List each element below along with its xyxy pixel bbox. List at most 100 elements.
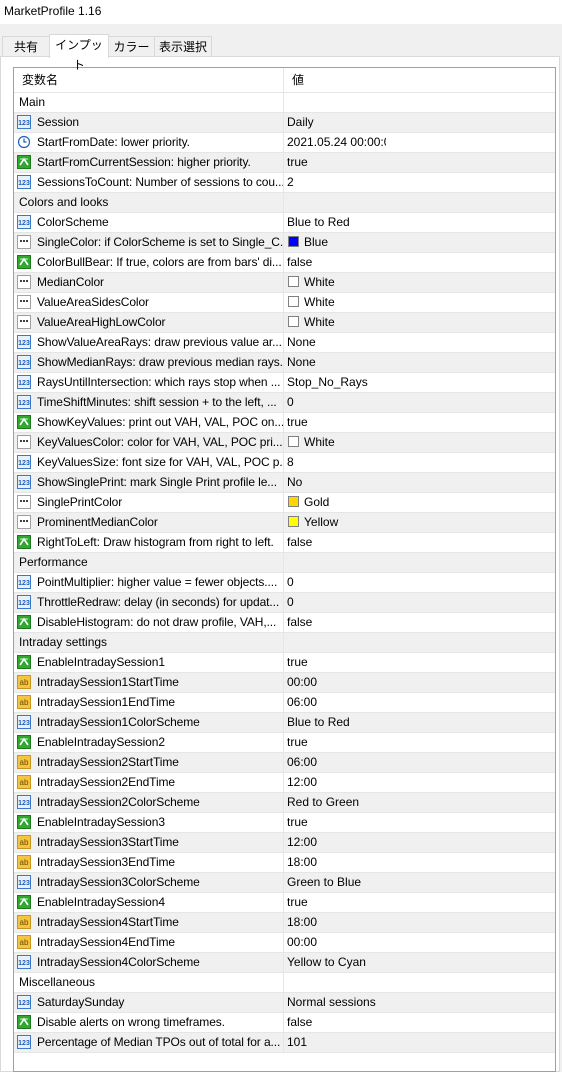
column-header-value[interactable]: 値 — [284, 68, 386, 92]
parameter-row[interactable]: ab IntradaySession3EndTime 18:00 — [14, 853, 555, 873]
parameter-row[interactable]: EnableIntradaySession3 true — [14, 813, 555, 833]
parameter-value-cell[interactable]: true — [284, 413, 386, 432]
parameter-row[interactable]: 123 ColorScheme Blue to Red — [14, 213, 555, 233]
parameter-value[interactable]: 12:00 — [287, 833, 317, 852]
tab-visualization[interactable]: 表示選択 — [154, 36, 212, 56]
parameter-value[interactable]: Normal sessions — [287, 993, 376, 1012]
parameter-value[interactable]: White — [304, 313, 335, 332]
parameter-row[interactable]: 123 Session Daily — [14, 113, 555, 133]
parameter-value[interactable]: false — [287, 613, 312, 632]
parameter-value-cell[interactable]: 2 — [284, 173, 386, 192]
parameter-value[interactable]: White — [304, 293, 335, 312]
parameter-value[interactable]: 06:00 — [287, 753, 317, 772]
parameter-row[interactable]: SinglePrintColor Gold — [14, 493, 555, 513]
parameter-row[interactable]: RightToLeft: Draw histogram from right t… — [14, 533, 555, 553]
parameter-value[interactable]: true — [287, 733, 308, 752]
parameter-value[interactable]: false — [287, 253, 312, 272]
parameter-row[interactable]: StartFromCurrentSession: higher priority… — [14, 153, 555, 173]
parameter-value[interactable]: 00:00 — [287, 933, 317, 952]
parameter-value[interactable]: No — [287, 473, 302, 492]
parameter-value-cell[interactable]: false — [284, 1013, 386, 1032]
color-swatch[interactable] — [288, 236, 299, 247]
parameter-value[interactable]: Yellow — [304, 513, 338, 532]
parameter-value[interactable]: 2 — [287, 173, 294, 192]
parameter-row[interactable]: ValueAreaHighLowColor White — [14, 313, 555, 333]
parameter-value[interactable]: false — [287, 1013, 312, 1032]
parameter-value-cell[interactable]: 12:00 — [284, 833, 386, 852]
parameter-value-cell[interactable]: White — [284, 433, 386, 452]
parameter-row[interactable]: StartFromDate: lower priority. 2021.05.24… — [14, 133, 555, 153]
parameter-row[interactable]: ShowKeyValues: print out VAH, VAL, POC o… — [14, 413, 555, 433]
parameter-row[interactable]: 123 IntradaySession3ColorScheme Green to B… — [14, 873, 555, 893]
parameter-value-cell[interactable]: White — [284, 293, 386, 312]
parameter-value-cell[interactable]: Daily — [284, 113, 386, 132]
parameter-value-cell[interactable]: White — [284, 313, 386, 332]
parameter-value-cell[interactable]: 00:00 — [284, 673, 386, 692]
parameter-value-cell[interactable]: 18:00 — [284, 853, 386, 872]
parameter-value[interactable]: 0 — [287, 593, 294, 612]
parameter-value-cell[interactable]: 0 — [284, 393, 386, 412]
parameter-value-cell[interactable]: true — [284, 813, 386, 832]
parameter-value[interactable]: true — [287, 653, 308, 672]
color-swatch[interactable] — [288, 316, 299, 327]
parameter-value-cell[interactable]: true — [284, 733, 386, 752]
parameter-value[interactable]: Green to Blue — [287, 873, 361, 892]
parameter-value[interactable]: Gold — [304, 493, 329, 512]
parameter-value-cell[interactable]: 101 — [284, 1033, 386, 1052]
parameter-value[interactable]: 0 — [287, 393, 294, 412]
parameter-value[interactable]: 06:00 — [287, 693, 317, 712]
parameter-row[interactable]: ab IntradaySession4EndTime 00:00 — [14, 933, 555, 953]
parameter-value[interactable]: Blue to Red — [287, 713, 350, 732]
parameter-row[interactable]: 123 TimeShiftMinutes: shift session + to … — [14, 393, 555, 413]
parameter-value[interactable]: Red to Green — [287, 793, 359, 812]
parameter-value[interactable]: 00:00 — [287, 673, 317, 692]
parameter-value[interactable]: Blue to Red — [287, 213, 350, 232]
parameter-value[interactable]: 2021.05.24 00:00:00 — [287, 133, 386, 152]
parameter-value[interactable]: false — [287, 533, 312, 552]
parameter-value[interactable]: 18:00 — [287, 913, 317, 932]
parameter-row[interactable]: 123 KeyValuesSize: font size for VAH, VAL… — [14, 453, 555, 473]
parameter-row[interactable]: ab IntradaySession1EndTime 06:00 — [14, 693, 555, 713]
parameter-value[interactable]: 12:00 — [287, 773, 317, 792]
parameter-row[interactable]: MedianColor White — [14, 273, 555, 293]
parameter-value[interactable]: Daily — [287, 113, 314, 132]
parameter-value-cell[interactable]: Normal sessions — [284, 993, 386, 1012]
parameter-value-cell[interactable]: Blue to Red — [284, 213, 386, 232]
parameter-value-cell[interactable]: 0 — [284, 573, 386, 592]
parameter-value-cell[interactable]: Blue — [284, 233, 386, 252]
parameter-value-cell[interactable]: None — [284, 353, 386, 372]
parameter-value-cell[interactable]: false — [284, 533, 386, 552]
parameter-row[interactable]: 123 ShowSinglePrint: mark Single Print pr… — [14, 473, 555, 493]
parameter-value-cell[interactable]: Green to Blue — [284, 873, 386, 892]
parameter-value-cell[interactable]: Red to Green — [284, 793, 386, 812]
parameter-value[interactable]: 8 — [287, 453, 294, 472]
parameter-value-cell[interactable]: true — [284, 893, 386, 912]
parameter-row[interactable]: ProminentMedianColor Yellow — [14, 513, 555, 533]
parameter-row[interactable]: ab IntradaySession3StartTime 12:00 — [14, 833, 555, 853]
parameter-value-cell[interactable]: Gold — [284, 493, 386, 512]
parameter-row[interactable]: Disable alerts on wrong timeframes. false — [14, 1013, 555, 1033]
color-swatch[interactable] — [288, 436, 299, 447]
parameter-value[interactable]: None — [287, 353, 316, 372]
parameter-row[interactable]: ab IntradaySession2StartTime 06:00 — [14, 753, 555, 773]
parameter-value-cell[interactable]: true — [284, 153, 386, 172]
parameter-value-cell[interactable]: 06:00 — [284, 753, 386, 772]
parameter-value[interactable]: 0 — [287, 573, 294, 592]
parameter-row[interactable]: EnableIntradaySession1 true — [14, 653, 555, 673]
parameter-row[interactable]: EnableIntradaySession4 true — [14, 893, 555, 913]
parameter-value[interactable]: true — [287, 413, 308, 432]
parameter-row[interactable]: 123 IntradaySession2ColorScheme Red to Gre… — [14, 793, 555, 813]
parameter-row[interactable]: ValueAreaSidesColor White — [14, 293, 555, 313]
parameter-row[interactable]: 123 PointMultiplier: higher value = fewer… — [14, 573, 555, 593]
parameter-row[interactable]: ab IntradaySession4StartTime 18:00 — [14, 913, 555, 933]
tab-inputs[interactable]: インプット — [49, 34, 109, 72]
parameter-row[interactable]: 123 ThrottleRedraw: delay (in seconds) fo… — [14, 593, 555, 613]
parameter-row[interactable]: ColorBullBear: If true, colors are from … — [14, 253, 555, 273]
parameter-value[interactable]: true — [287, 153, 308, 172]
parameter-row[interactable]: SingleColor: if ColorScheme is set to Si… — [14, 233, 555, 253]
parameter-row[interactable]: 123 Percentage of Median TPOs out of tota… — [14, 1033, 555, 1053]
tab-common[interactable]: 共有 — [2, 36, 50, 56]
parameter-value-cell[interactable]: Yellow — [284, 513, 386, 532]
parameter-value-cell[interactable]: 2021.05.24 00:00:00 — [284, 133, 386, 152]
parameter-value-cell[interactable]: Stop_No_Rays — [284, 373, 386, 392]
